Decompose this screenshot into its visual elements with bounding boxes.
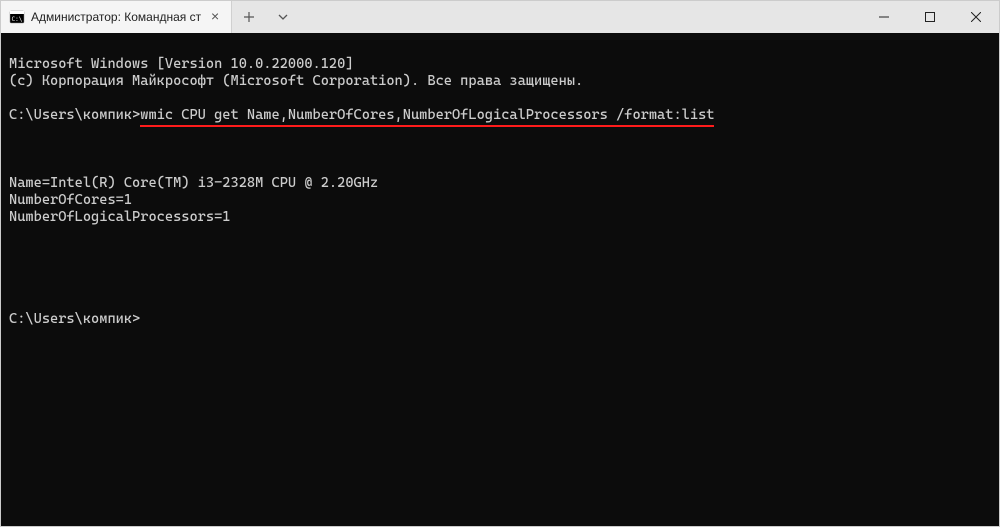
terminal-body[interactable]: Microsoft Windows [Version 10.0.22000.12… xyxy=(1,33,999,526)
new-tab-button[interactable] xyxy=(232,1,266,33)
window-controls xyxy=(861,1,999,33)
output-line: NumberOfLogicalProcessors=1 xyxy=(9,209,230,225)
output-line: Name=Intel(R) Core(TM) i3-2328M CPU @ 2.… xyxy=(9,175,378,191)
tab-command-prompt[interactable]: C:\ Администратор: Командная ст × xyxy=(1,1,232,33)
close-button[interactable] xyxy=(953,1,999,33)
output-line: NumberOfCores=1 xyxy=(9,192,132,208)
output-line: (c) Корпорация Майкрософт (Microsoft Cor… xyxy=(9,73,583,89)
prompt-path: C:\Users\компик> xyxy=(9,107,140,123)
cmd-icon: C:\ xyxy=(9,9,25,25)
tab-close-button[interactable]: × xyxy=(207,9,223,25)
profiles-dropdown-button[interactable] xyxy=(266,1,300,33)
app-window: C:\ Администратор: Командная ст × xyxy=(0,0,1000,527)
svg-text:C:\: C:\ xyxy=(12,16,23,23)
prompt-path: C:\Users\компик> xyxy=(9,311,140,327)
tab-title: Администратор: Командная ст xyxy=(31,10,201,24)
entered-command: wmic CPU get Name,NumberOfCores,NumberOf… xyxy=(140,107,714,124)
title-bar: C:\ Администратор: Командная ст × xyxy=(1,1,999,33)
minimize-button[interactable] xyxy=(861,1,907,33)
output-line: Microsoft Windows [Version 10.0.22000.12… xyxy=(9,56,354,72)
maximize-button[interactable] xyxy=(907,1,953,33)
tabs-area: C:\ Администратор: Командная ст × xyxy=(1,1,861,33)
